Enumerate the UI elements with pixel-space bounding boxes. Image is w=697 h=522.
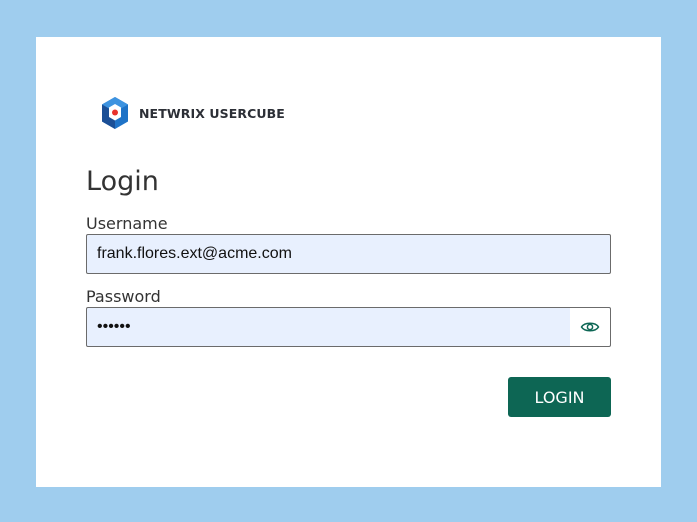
brand-name: NETWRIX USERCUBE	[139, 105, 285, 121]
login-button[interactable]: LOGIN	[508, 377, 611, 417]
login-card: NETWRIX USERCUBE Login Username Password…	[36, 37, 661, 487]
password-input[interactable]	[87, 308, 570, 346]
page-title: Login	[86, 166, 159, 197]
username-input[interactable]	[87, 235, 610, 273]
netwrix-usercube-logo-icon	[102, 97, 128, 129]
password-field-container	[86, 307, 611, 347]
username-label: Username	[86, 214, 168, 233]
brand-logo: NETWRIX USERCUBE	[100, 96, 285, 130]
eye-icon	[580, 322, 600, 332]
password-label: Password	[86, 287, 161, 306]
username-field-container	[86, 234, 611, 274]
show-password-button[interactable]	[570, 308, 610, 346]
